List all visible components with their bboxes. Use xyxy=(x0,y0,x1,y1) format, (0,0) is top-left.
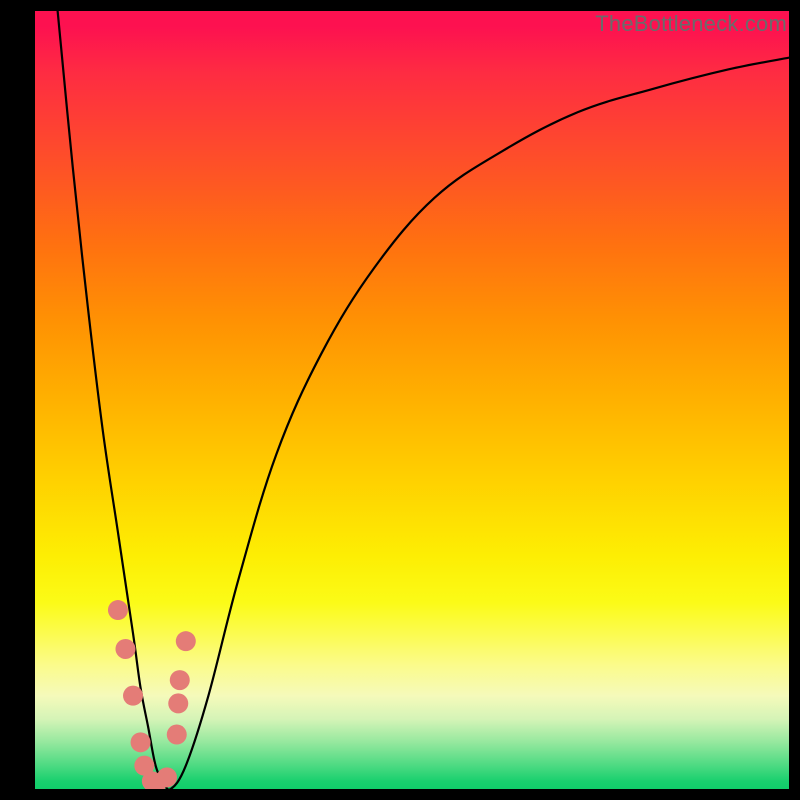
chart-frame: TheBottleneck.com xyxy=(0,0,800,800)
bottleneck-curve xyxy=(58,11,789,789)
marker-point xyxy=(108,600,128,620)
marker-point xyxy=(115,639,135,659)
marker-points xyxy=(108,600,196,789)
watermark-text: TheBottleneck.com xyxy=(595,11,787,37)
marker-point xyxy=(123,686,143,706)
marker-point xyxy=(131,732,151,752)
marker-point xyxy=(170,670,190,690)
marker-point xyxy=(168,693,188,713)
plot-area xyxy=(35,11,789,789)
marker-point xyxy=(176,631,196,651)
marker-point xyxy=(167,725,187,745)
marker-point xyxy=(157,767,177,787)
curve-layer xyxy=(35,11,789,789)
